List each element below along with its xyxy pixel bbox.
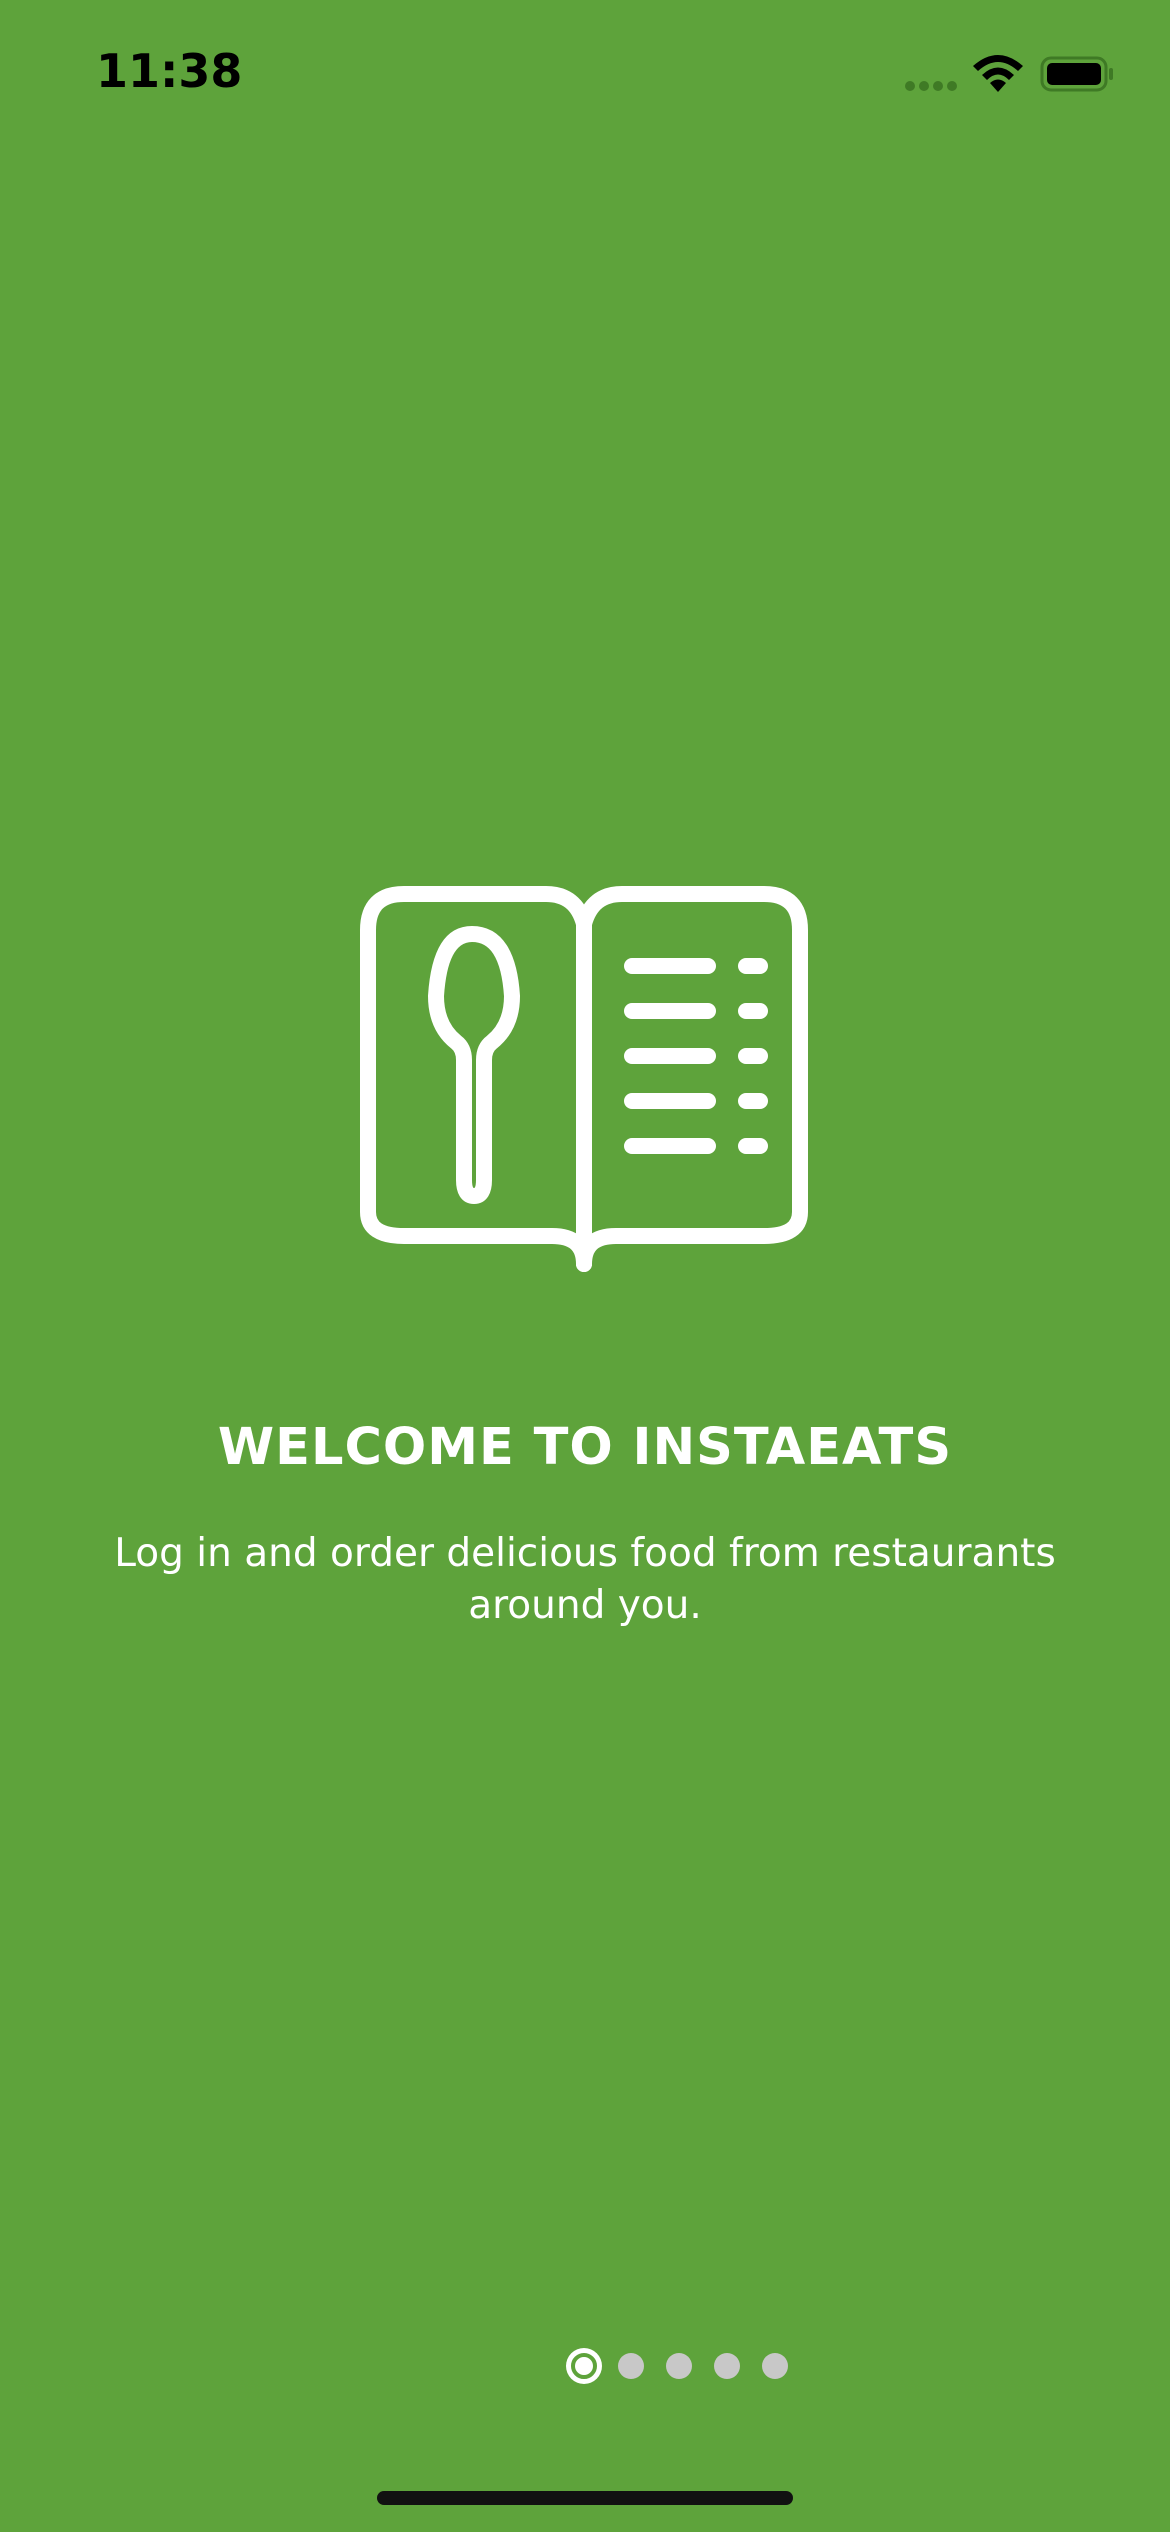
page-indicator[interactable] bbox=[566, 2348, 810, 2384]
cellular-signal-icon bbox=[905, 81, 957, 91]
status-time: 11:38 bbox=[96, 44, 243, 98]
home-indicator[interactable] bbox=[377, 2491, 793, 2505]
page-dot-3[interactable] bbox=[666, 2353, 692, 2379]
page-dot-1-active[interactable] bbox=[566, 2348, 602, 2384]
onboarding-subtitle: Log in and order delicious food from res… bbox=[114, 1531, 1056, 1628]
page-dot-2[interactable] bbox=[618, 2353, 644, 2379]
battery-icon bbox=[1040, 56, 1113, 92]
menu-book-with-spoon-icon bbox=[360, 886, 808, 1272]
page-dot-4[interactable] bbox=[714, 2353, 740, 2379]
page-dot-5[interactable] bbox=[762, 2353, 788, 2379]
wifi-icon bbox=[973, 55, 1023, 92]
status-bar: 11:38 bbox=[0, 0, 1170, 140]
onboarding-title: WELCOME TO INSTAEATS bbox=[217, 1418, 953, 1477]
